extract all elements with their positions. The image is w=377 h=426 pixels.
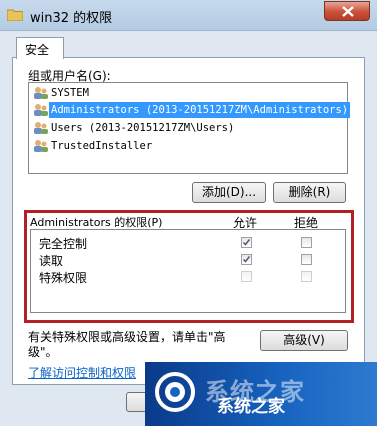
deny-checkbox[interactable] — [301, 271, 312, 282]
tab-security[interactable]: 安全 — [16, 37, 64, 59]
user-group-icon — [33, 139, 49, 153]
user-group-icon — [33, 86, 49, 100]
list-item[interactable]: Administrators (2013-20151217ZM\Administ… — [31, 102, 351, 118]
allow-checkbox[interactable] — [241, 254, 252, 265]
permissions-table: 完全控制 读取 特殊权限 — [30, 229, 346, 313]
remove-button[interactable]: 删除(R) — [273, 182, 346, 203]
deny-checkbox[interactable] — [301, 237, 312, 248]
window-title: win32 的权限 — [30, 11, 113, 26]
list-item-label: TrustedInstaller — [51, 140, 153, 152]
permissions-title: Administrators 的权限(P) — [30, 216, 163, 229]
list-item-label: Administrators (2013-20151217ZM\Administ… — [49, 102, 351, 118]
list-item[interactable]: SYSTEM — [31, 85, 345, 101]
permissions-header: Administrators 的权限(P) 允许 拒绝 — [30, 214, 350, 230]
list-item-label: Users (2013-20151217ZM\Users) — [51, 122, 235, 134]
watermark-text: 系统之家 — [217, 397, 285, 417]
add-button[interactable]: 添加(D)... — [192, 182, 266, 203]
user-group-icon — [33, 103, 49, 117]
advanced-button[interactable]: 高级(V) — [260, 330, 348, 351]
watermark-logo-icon — [153, 370, 197, 414]
permission-name: 读取 — [39, 254, 64, 268]
check-icon — [242, 239, 251, 246]
close-button[interactable] — [324, 1, 370, 21]
help-link[interactable]: 了解访问控制和权限 — [28, 364, 136, 381]
permission-name: 完全控制 — [39, 237, 88, 251]
allow-checkbox[interactable] — [241, 271, 252, 282]
close-icon — [342, 6, 354, 17]
list-item[interactable]: TrustedInstaller — [31, 138, 345, 154]
hint-line-2: 级"。 — [28, 345, 58, 359]
folder-icon — [6, 8, 24, 22]
advanced-hint: 有关特殊权限或高级设置，请单击"高 级"。 — [28, 330, 258, 360]
tab-bar: 安全 — [0, 31, 377, 59]
allow-checkbox[interactable] — [241, 237, 252, 248]
watermark: 系统之家 系统之家 — [145, 362, 377, 426]
hint-line-1: 有关特殊权限或高级设置，请单击"高 — [28, 330, 226, 344]
list-item-label: SYSTEM — [51, 87, 89, 99]
list-item[interactable]: Users (2013-20151217ZM\Users) — [31, 120, 345, 136]
user-group-icon — [33, 121, 49, 135]
user-list[interactable]: SYSTEM Administrators (2013-20151217ZM\A… — [28, 82, 351, 174]
deny-checkbox[interactable] — [301, 254, 312, 265]
title-bar: win32 的权限 — [0, 0, 377, 31]
check-icon — [242, 256, 251, 263]
permission-name: 特殊权限 — [39, 271, 88, 285]
